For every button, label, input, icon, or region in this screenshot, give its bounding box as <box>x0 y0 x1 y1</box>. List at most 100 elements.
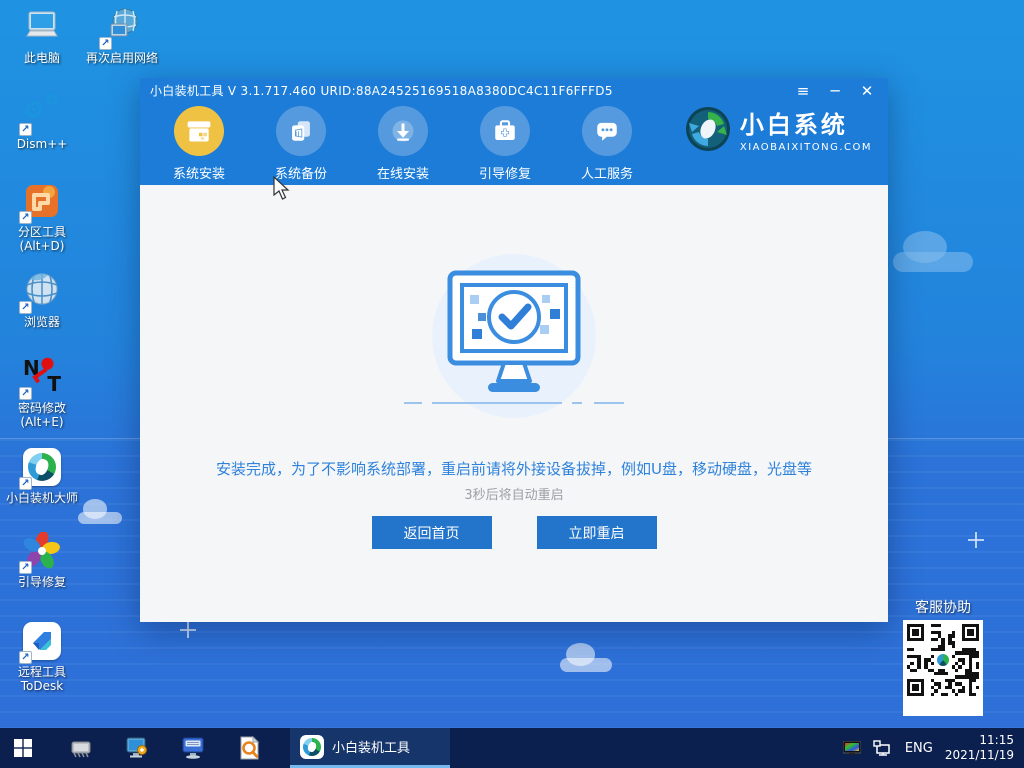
qr-finder <box>907 624 924 641</box>
sparkle <box>180 622 196 638</box>
system-tray: ENG 11:15 2021/11/19 <box>842 728 1024 768</box>
xiaobai-app-icon: ↗ <box>19 446 63 490</box>
tab-label: 在线安装 <box>377 167 430 182</box>
tab-bar: 系统安装 系统备份 在线安装 引导修复 人工服务 <box>173 106 633 182</box>
qr-finder <box>962 624 979 641</box>
shortcut-arrow-icon: ↗ <box>19 211 32 224</box>
brand-domain: XIAOBAIXITONG.COM <box>739 142 872 153</box>
tab-system-backup[interactable]: 系统备份 <box>275 106 327 182</box>
minimize-icon[interactable]: ─ <box>824 82 846 100</box>
nt-password-icon: N T ↗ <box>19 356 63 400</box>
tab-online-install[interactable]: 在线安装 <box>377 106 429 182</box>
clock-date: 2021/11/19 <box>944 748 1014 762</box>
tab-label: 引导修复 <box>479 167 532 182</box>
titlebar: 小白装机工具 V 3.1.717.460 URID:88A24525169518… <box>140 78 888 103</box>
window-title: 小白装机工具 V 3.1.717.460 URID:88A24525169518… <box>150 84 613 98</box>
shortcut-arrow-icon: ↗ <box>19 477 32 490</box>
partition-tool-icon: ↗ <box>19 180 63 224</box>
computer-icon <box>21 6 63 48</box>
desktop-icon-xiaobai-master[interactable]: ↗ 小白装机大师 <box>0 446 84 505</box>
mouse-cursor <box>273 176 290 200</box>
backup-windows-icon <box>276 106 326 156</box>
tab-label: 系统安装 <box>173 167 226 182</box>
shortcut-arrow-icon: ↗ <box>19 651 32 664</box>
qr-code <box>907 624 979 696</box>
desktop-icon-label: 引导修复 <box>17 575 66 589</box>
tab-human-support[interactable]: 人工服务 <box>581 106 633 182</box>
menu-icon[interactable]: ≡ <box>792 82 814 100</box>
taskbar-cpu-tool[interactable] <box>58 728 104 768</box>
shortcut-arrow-icon: ↗ <box>19 301 32 314</box>
shortcut-arrow-icon: ↗ <box>19 387 32 400</box>
taskbar-osk-tool[interactable] <box>170 728 216 768</box>
desktop-background: 此电脑 ↗ 再次启用网络 ⚙ ⚙ ↗ Dism++ ↗ 分区工具 (Alt+D)… <box>0 0 1024 768</box>
start-button[interactable] <box>0 728 46 768</box>
support-qr-panel <box>903 620 983 716</box>
tab-boot-repair[interactable]: 引导修复 <box>479 106 531 182</box>
desktop-icon-label: 远程工具 ToDesk <box>17 665 66 693</box>
desktop-icon-enable-network[interactable]: ↗ 再次启用网络 <box>80 6 164 65</box>
gears-icon: ⚙ ⚙ ↗ <box>19 90 63 136</box>
sparkle <box>968 532 984 548</box>
active-task-label: 小白装机工具 <box>332 741 411 756</box>
close-icon[interactable]: ✕ <box>856 82 878 100</box>
taskbar: 小白装机工具 ENG 11:15 2021/11/19 <box>0 728 1024 768</box>
desktop-icon-this-pc[interactable]: 此电脑 <box>0 6 84 65</box>
network-tray-icon[interactable] <box>873 740 893 756</box>
desktop-icon-browser[interactable]: ↗ 浏览器 <box>0 270 84 329</box>
cloud <box>560 643 612 672</box>
shortcut-arrow-icon: ↗ <box>99 37 112 50</box>
desktop-icon-todesk[interactable]: ↗ 远程工具 ToDesk <box>0 620 84 693</box>
taskbar-log-viewer[interactable] <box>226 728 272 768</box>
chat-bubble-icon <box>582 106 632 156</box>
window-header: 小白装机工具 V 3.1.717.460 URID:88A24525169518… <box>140 78 888 185</box>
xiaobai-logo-icon <box>685 107 730 151</box>
cloud <box>78 499 122 524</box>
brand-logo: 小白系统 XIAOBAIXITONG.COM <box>685 105 872 153</box>
search-document-icon <box>240 735 260 760</box>
qr-center-logo-icon <box>935 652 951 668</box>
desktop-icon-label: 再次启用网络 <box>85 51 158 65</box>
installer-window: 小白装机工具 V 3.1.717.460 URID:88A24525169518… <box>140 78 888 622</box>
back-home-button[interactable]: 返回首页 <box>371 516 492 549</box>
pinwheel-icon: ↗ <box>19 530 63 574</box>
desktop-icon-password-reset[interactable]: N T ↗ 密码修改 (Alt+E) <box>0 356 84 429</box>
language-indicator[interactable]: ENG <box>905 741 933 756</box>
tab-system-install[interactable]: 系统安装 <box>173 106 225 182</box>
countdown-text: 3秒后将自动重启 <box>464 488 564 503</box>
completion-message: 安装完成，为了不影响系统部署，重启前请将外接设备拔掉，例如U盘，移动硬盘，光盘等 <box>216 460 812 478</box>
browser-globe-icon: ↗ <box>19 270 63 314</box>
taskbar-active-task[interactable]: 小白装机工具 <box>290 728 450 768</box>
desktop-icon-label: 浏览器 <box>23 315 60 329</box>
restart-now-button[interactable]: 立即重启 <box>536 516 657 549</box>
cloud <box>893 231 973 272</box>
todesk-icon: ↗ <box>19 620 63 664</box>
xiaobai-task-icon <box>300 734 324 759</box>
desktop-icon-label: 分区工具 (Alt+D) <box>17 225 66 253</box>
taskbar-clock[interactable]: 11:15 2021/11/19 <box>945 733 1014 763</box>
desktop-icon-partition-tool[interactable]: ↗ 分区工具 (Alt+D) <box>0 180 84 253</box>
clock-time: 11:15 <box>979 733 1014 747</box>
download-icon <box>378 106 428 156</box>
repair-kit-icon <box>480 106 530 156</box>
desktop-icon-label: 小白装机大师 <box>5 491 78 505</box>
tab-label: 人工服务 <box>581 167 634 182</box>
desktop-icon-dism[interactable]: ⚙ ⚙ ↗ Dism++ <box>0 90 84 151</box>
display-settings-tray-icon[interactable] <box>842 740 861 756</box>
onscreen-keyboard-icon <box>182 737 204 759</box>
install-box-icon <box>174 106 224 156</box>
install-complete-illustration <box>404 254 624 418</box>
desktop-icon-boot-repair[interactable]: ↗ 引导修复 <box>0 530 84 589</box>
network-globe-icon: ↗ <box>99 6 143 50</box>
shortcut-arrow-icon: ↗ <box>19 123 32 136</box>
monitor-tool-icon <box>126 737 147 758</box>
qr-finder <box>907 679 924 696</box>
taskbar-display-tool[interactable] <box>114 728 160 768</box>
desktop-icon-label: 此电脑 <box>23 51 60 65</box>
windows-logo-icon <box>14 739 32 757</box>
desktop-icon-label: 密码修改 (Alt+E) <box>17 401 66 429</box>
brand-name: 小白系统 <box>739 111 848 139</box>
desktop-icon-label: Dism++ <box>16 137 68 151</box>
shortcut-arrow-icon: ↗ <box>19 561 32 574</box>
window-content: 安装完成，为了不影响系统部署，重启前请将外接设备拔掉，例如U盘，移动硬盘，光盘等… <box>140 185 888 622</box>
